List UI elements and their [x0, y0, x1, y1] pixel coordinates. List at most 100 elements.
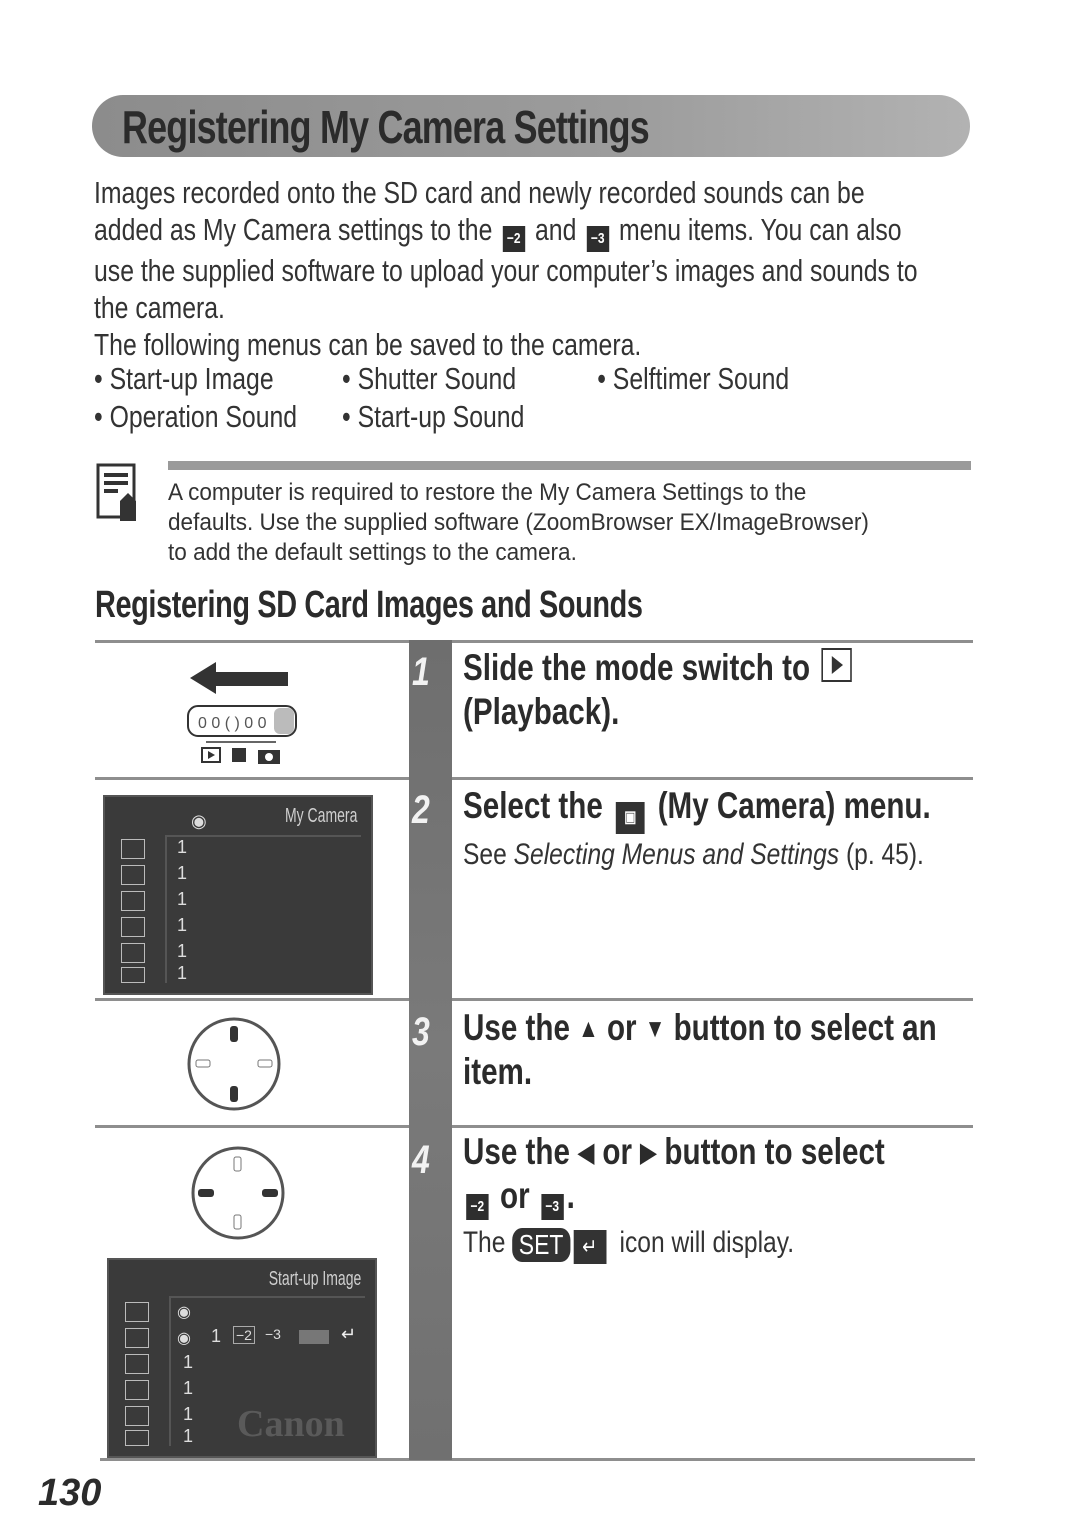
- step-title: Select the ▣ (My Camera) menu.: [463, 784, 975, 834]
- selftimer-sound-icon: [121, 917, 145, 937]
- intro-paragraph: Images recorded onto the SD card and new…: [94, 174, 974, 363]
- startup-sound-icon: [121, 865, 145, 885]
- dpad-up-icon: [230, 1026, 238, 1042]
- step-text: (Playback).: [463, 691, 620, 732]
- step-title: Use the ◀ or ▶ button to select −2 or −3…: [463, 1130, 975, 1220]
- step-number: 1: [412, 650, 430, 694]
- startup-image-icon: [121, 839, 145, 859]
- intro-line: added as My Camera settings to the −2 an…: [94, 211, 974, 252]
- dpad-left-icon: [195, 1059, 211, 1068]
- volume-icon: [125, 1430, 149, 1446]
- set-button-icon: SET: [512, 1228, 571, 1262]
- dpad-left-icon: [198, 1189, 214, 1197]
- my-camera-3-icon: −3: [541, 1194, 564, 1220]
- page-title: Registering My Camera Settings: [122, 101, 650, 153]
- lcd-option: −3: [265, 1326, 281, 1342]
- page-reference: (p. 45).: [845, 838, 924, 871]
- selftimer-sound-icon: [125, 1380, 149, 1400]
- dpad-up-down-illustration: [187, 1017, 281, 1111]
- intro-line: the camera.: [94, 290, 225, 325]
- lcd-option: 1: [211, 1326, 222, 1346]
- step-text: icon will display.: [619, 1226, 795, 1259]
- lcd-value: 1: [177, 837, 188, 857]
- note-line: to add the default settings to the camer…: [168, 539, 577, 566]
- volume-icon: [121, 967, 145, 983]
- step-text: Select the: [463, 785, 603, 826]
- step-text: Use the: [463, 1131, 570, 1172]
- set-indicator: [299, 1330, 329, 1344]
- section-heading: Registering SD Card Images and Sounds: [95, 584, 643, 626]
- step-description: The SET ↵ icon will display.: [463, 1226, 794, 1264]
- lcd-value: 1: [177, 941, 188, 961]
- lcd-value: 1: [183, 1426, 194, 1446]
- my-camera-3-icon: −3: [586, 226, 609, 252]
- intro-text: added as My Camera settings to the: [94, 212, 493, 247]
- playback-icon: [821, 648, 852, 682]
- lcd-startup-image-menu: Start-up Image ◉ ◉ 1 −2 −3 ↵ 1 1 1 1 Can…: [107, 1258, 377, 1458]
- lcd-my-camera-menu: ◉ My Camera 1 1 1 1 1 1: [103, 795, 373, 995]
- step-text: See: [463, 838, 507, 871]
- note-divider: [168, 461, 971, 470]
- step-text: The: [463, 1226, 506, 1259]
- step-number: 4: [412, 1138, 430, 1182]
- my-camera-2-icon: −2: [502, 226, 525, 252]
- shutter-sound-icon: [125, 1406, 149, 1426]
- step-text: .: [566, 1175, 575, 1216]
- menu-item: • Start-up Sound: [342, 399, 525, 434]
- lcd-value: 1: [177, 963, 188, 983]
- page-number: 130: [38, 1472, 102, 1514]
- dpad-right-icon: [257, 1059, 273, 1068]
- down-button-icon: ▼: [644, 1013, 666, 1043]
- lcd-option: −2: [233, 1326, 255, 1344]
- menu-item: • Start-up Image: [94, 361, 274, 396]
- step-text: Use the: [463, 1007, 570, 1048]
- note-line: defaults. Use the supplied software (Zoo…: [168, 509, 869, 536]
- movie-mode-icon: [232, 748, 246, 762]
- left-button-icon: ◀: [578, 1137, 595, 1167]
- lcd-value: 1: [183, 1378, 194, 1398]
- operation-sound-icon: [125, 1354, 149, 1374]
- mode-switch-illustration: 0 0 ( ) 0 0: [187, 662, 297, 764]
- table-rule: [95, 777, 973, 780]
- note-pencil-icon: [96, 463, 136, 521]
- canon-logo: Canon: [237, 1403, 345, 1445]
- dpad-down-icon: [230, 1086, 238, 1102]
- my-camera-2-icon: −2: [466, 1194, 489, 1220]
- intro-line: Images recorded onto the SD card and new…: [94, 175, 865, 210]
- step-number: 2: [412, 788, 430, 832]
- register-icon: ↵: [573, 1230, 607, 1264]
- lcd-header: Start-up Image: [268, 1268, 361, 1290]
- intro-line: The following menus can be saved to the …: [94, 327, 642, 362]
- step-text: or: [500, 1175, 530, 1216]
- right-button-icon: ▶: [640, 1137, 657, 1167]
- step-description: See Selecting Menus and Settings (p. 45)…: [463, 838, 924, 872]
- dpad-up-icon: [233, 1156, 242, 1172]
- step-title: Use the ▲ or ▼ button to select an item.: [463, 1006, 975, 1094]
- my-camera-tab-icon: ◉: [191, 811, 207, 831]
- step-text: or: [602, 1131, 632, 1172]
- dpad-left-right-illustration: [191, 1146, 285, 1240]
- dpad-down-icon: [233, 1214, 242, 1230]
- svg-text:0 0 ( ) 0 0: 0 0 ( ) 0 0: [198, 715, 267, 732]
- note-text: A computer is required to restore the My…: [168, 478, 976, 568]
- lcd-value: 1: [177, 863, 188, 883]
- lcd-header: My Camera: [284, 805, 357, 827]
- lcd-value: 1: [183, 1404, 194, 1424]
- step-title: Slide the mode switch to (Playback).: [463, 646, 975, 734]
- shutter-sound-icon: [121, 943, 145, 963]
- intro-line: use the supplied software to upload your…: [94, 253, 918, 288]
- up-button-icon: ▲: [578, 1013, 599, 1043]
- dpad-right-icon: [262, 1189, 278, 1197]
- startup-image-icon: [125, 1302, 149, 1322]
- lcd-value: 1: [177, 889, 188, 909]
- intro-text: and: [534, 212, 577, 247]
- reference-title: Selecting Menus and Settings: [513, 838, 840, 871]
- note-line: A computer is required to restore the My…: [168, 479, 807, 506]
- step-text: (My Camera) menu.: [657, 785, 931, 826]
- table-rule: [95, 640, 973, 643]
- step-text: or: [606, 1007, 637, 1048]
- table-rule: [95, 998, 973, 1001]
- step-text: button to select: [664, 1131, 885, 1172]
- menu-item: • Shutter Sound: [342, 361, 517, 396]
- table-rule: [95, 1125, 973, 1128]
